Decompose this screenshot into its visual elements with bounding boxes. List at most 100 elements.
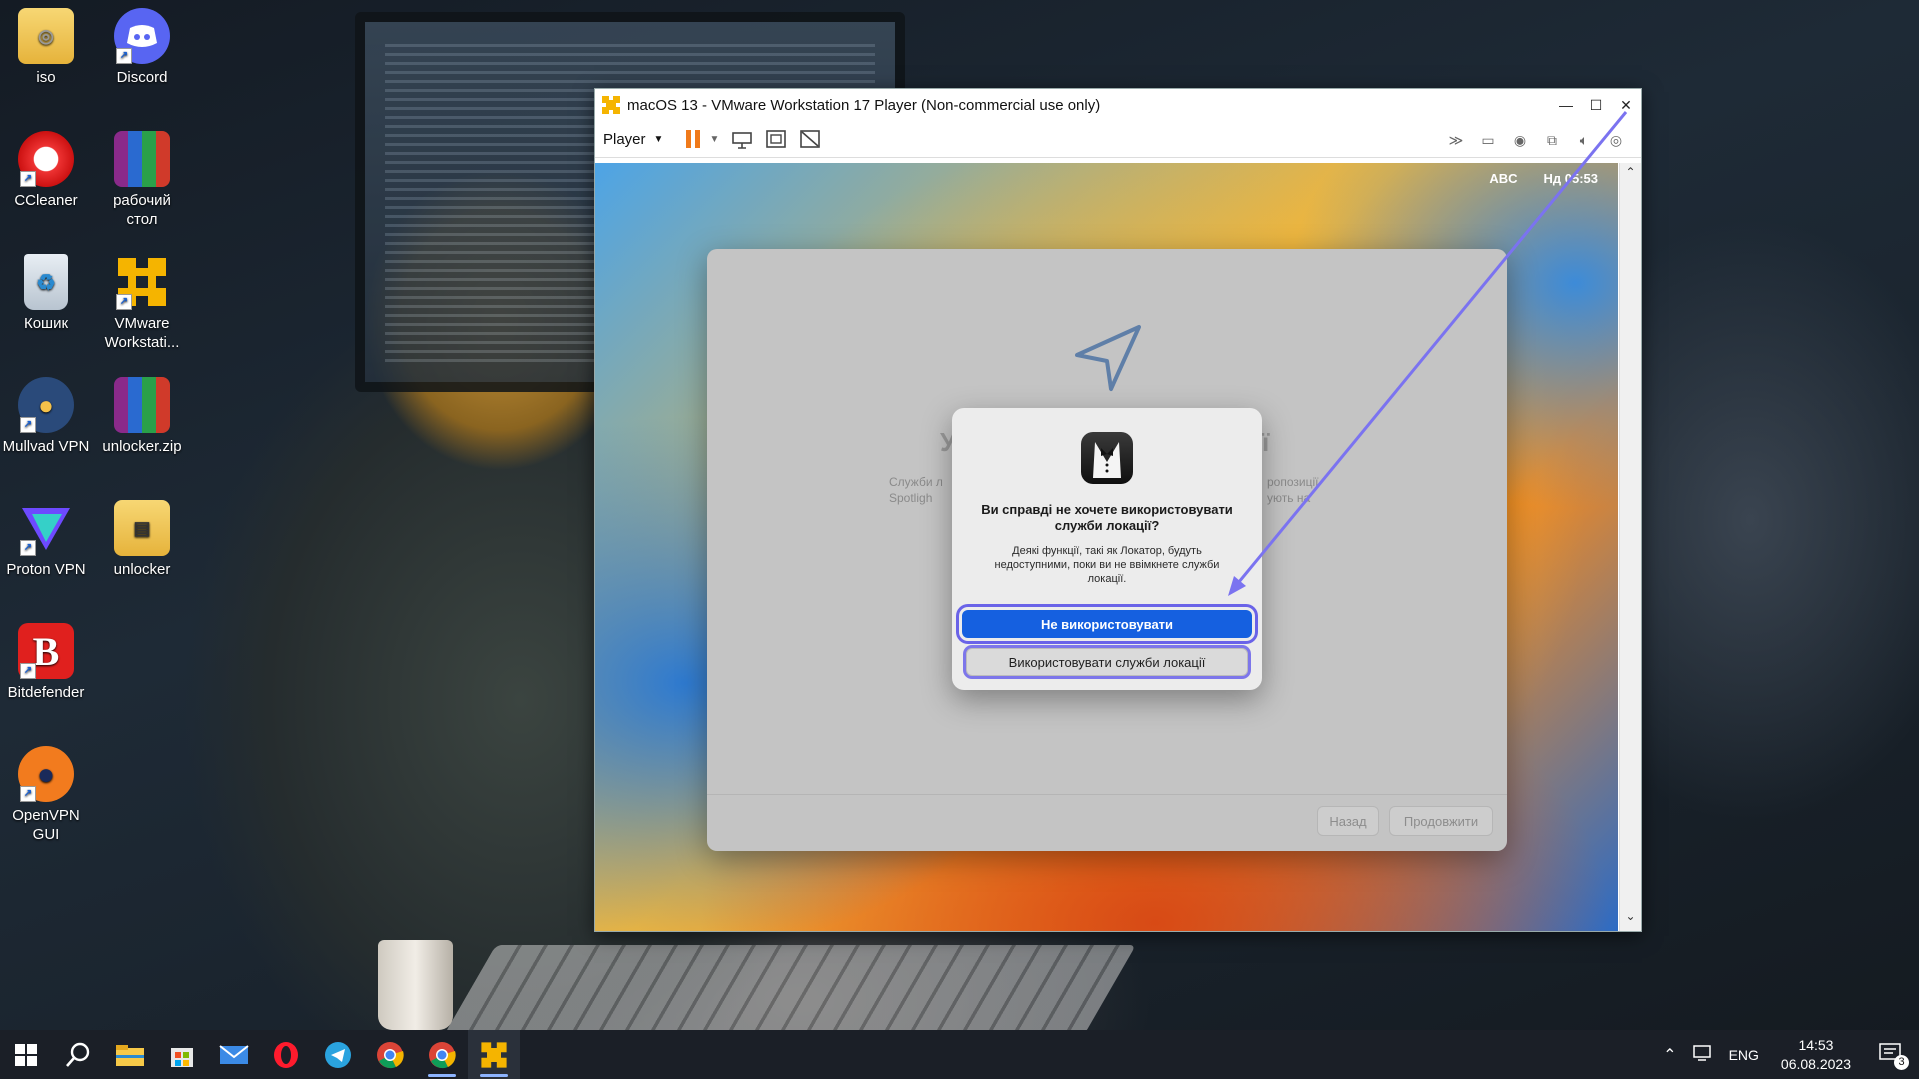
windows-logo-icon [15, 1043, 37, 1066]
desktop-icon-label: Bitdefender [7, 684, 85, 701]
setup-desc-line: Spotligh [889, 491, 933, 505]
winrar-archive-icon [114, 131, 170, 187]
desktop-icon-mullvad[interactable]: ● ↗ Mullvad VPN [0, 377, 92, 456]
mail-icon [219, 1044, 249, 1064]
desktop-icon-workdesk[interactable]: рабочий стол [96, 131, 188, 229]
scroll-up-icon[interactable]: ⌃ [1620, 165, 1641, 185]
use-location-services-button[interactable]: Використовувати служби локації [966, 648, 1248, 676]
desktop-icon-iso[interactable]: ◎ iso [0, 8, 92, 87]
taskbar-telegram[interactable] [312, 1030, 364, 1079]
setup-desc-line: Служби л [889, 475, 943, 489]
taskbar-file-explorer[interactable] [104, 1030, 156, 1079]
confirmation-dialog: Ви справді не хочете використовувати слу… [952, 408, 1262, 690]
continue-button[interactable]: Продовжити [1389, 806, 1493, 836]
cd-drive-icon[interactable]: ◉ [1509, 129, 1531, 151]
pause-button[interactable]: ▼ [685, 129, 719, 149]
setup-description-left: Служби л Spotligh [889, 474, 943, 506]
taskbar-chrome[interactable] [364, 1030, 416, 1079]
desktop-icon-label: Mullvad VPN [2, 438, 90, 455]
network-adapter-icon[interactable]: ⧉ [1541, 129, 1563, 151]
bitdefender-icon: B ↗ [18, 623, 74, 679]
chrome-icon [429, 1041, 456, 1068]
tuxedo-icon [1081, 432, 1133, 484]
desktop-icon-unlocker[interactable]: ▤ unlocker [96, 500, 188, 579]
folder-icon: ▤ [114, 500, 170, 556]
scroll-down-icon[interactable]: ⌄ [1620, 909, 1641, 929]
wallpaper-keyboard [444, 945, 1136, 1035]
forward-icon[interactable]: ≫ [1445, 129, 1467, 151]
setup-assistant-panel: У ї Служби л Spotligh ропозиції ують на … [707, 249, 1507, 851]
clock-time: 14:53 [1798, 1036, 1834, 1053]
close-button[interactable]: ✕ [1611, 89, 1641, 121]
player-menu-label: Player [603, 130, 646, 148]
minimize-button[interactable]: — [1551, 89, 1581, 121]
keyboard-icon [732, 132, 753, 149]
shortcut-arrow-icon: ↗ [20, 171, 36, 187]
start-button[interactable] [0, 1030, 52, 1079]
desktop-icon-label: рабочий стол [113, 192, 171, 228]
chevron-up-icon[interactable]: ⌃ [1663, 1045, 1676, 1065]
desktop-icon-protonvpn[interactable]: ↗ Proton VPN [0, 500, 92, 579]
desktop-icon-bitdefender[interactable]: B ↗ Bitdefender [0, 623, 92, 702]
macos-menubar: ABC Нд 05:53 [1489, 171, 1598, 186]
network-icon[interactable] [1692, 1044, 1713, 1065]
recycle-bin-icon: ♻ [24, 254, 68, 310]
shortcut-arrow-icon: ↗ [20, 417, 36, 433]
taskbar-clock[interactable]: 14:53 06.08.2023 [1781, 1036, 1851, 1074]
setup-desc-line: ують на [1267, 491, 1311, 505]
vmware-icon: ↗ [114, 254, 170, 310]
desktop-icon-label: unlocker.zip [102, 438, 182, 455]
desktop-icon-label: unlocker [113, 561, 171, 578]
player-menu-button[interactable]: Player ▼ [603, 131, 663, 148]
input-source-indicator[interactable]: ABC [1489, 171, 1517, 186]
chrome-icon [377, 1041, 404, 1068]
chevron-down-icon: ▼ [653, 133, 664, 145]
openvpn-icon: ● ↗ [18, 746, 74, 802]
unity-button[interactable] [799, 129, 821, 149]
usb-icon[interactable]: ◎ [1605, 129, 1627, 151]
desktop-icon-openvpn[interactable]: ● ↗ OpenVPN GUI [0, 746, 92, 844]
menubar-clock[interactable]: Нд 05:53 [1543, 171, 1598, 186]
sound-icon[interactable]: 🔈︎ [1573, 129, 1595, 151]
hard-disk-icon[interactable]: ▭ [1477, 129, 1499, 151]
desktop-icon-discord[interactable]: ↗ Discord [96, 8, 188, 87]
vmware-icon [602, 96, 620, 114]
guest-screen[interactable]: ABC Нд 05:53 У ї Служби л Spotligh ропоз… [595, 163, 1618, 931]
folder-icon: ◎ [18, 8, 74, 64]
desktop-icon-label: VMware Workstati... [104, 315, 180, 351]
ccleaner-icon: ↗ [18, 131, 74, 187]
discord-icon: ↗ [114, 8, 170, 64]
setup-title-fragment: ї [1262, 427, 1270, 457]
notification-count-badge: 3 [1894, 1055, 1909, 1070]
clock-date: 06.08.2023 [1780, 1055, 1851, 1072]
desktop-icon-label: Proton VPN [6, 561, 86, 578]
taskbar-vmware[interactable] [468, 1030, 520, 1079]
file-explorer-icon [116, 1044, 144, 1066]
taskbar-store[interactable] [156, 1030, 208, 1079]
taskbar-mail[interactable] [208, 1030, 260, 1079]
taskbar-chrome-profile[interactable] [416, 1030, 468, 1079]
maximize-button[interactable]: ☐ [1581, 89, 1611, 121]
desktop-icon-recycle-bin[interactable]: ♻ Кошик [0, 254, 92, 333]
back-button[interactable]: Назад [1317, 806, 1379, 836]
shortcut-arrow-icon: ↗ [116, 48, 132, 64]
notifications-button[interactable]: 3 [1879, 1043, 1909, 1070]
search-button[interactable] [52, 1030, 104, 1079]
guest-scrollbar[interactable]: ⌃ ⌄ [1619, 163, 1641, 931]
desktop-icon-ccleaner[interactable]: ↗ CCleaner [0, 131, 92, 210]
desktop-icon-vmware[interactable]: ↗ VMware Workstati... [96, 254, 188, 352]
taskbar: ⌃ ENG 14:53 06.08.2023 3 [0, 1030, 1919, 1079]
mullvad-icon: ● ↗ [18, 377, 74, 433]
vmware-icon [481, 1041, 507, 1068]
fullscreen-icon [766, 130, 787, 148]
pause-icon [686, 130, 701, 148]
fullscreen-button[interactable] [765, 129, 787, 149]
send-ctrl-alt-del-button[interactable] [731, 129, 753, 149]
dont-use-button[interactable]: Не використовувати [962, 610, 1252, 638]
desktop-icon-unlocker-zip[interactable]: unlocker.zip [96, 377, 188, 456]
taskbar-opera[interactable] [260, 1030, 312, 1079]
window-titlebar[interactable]: macOS 13 - VMware Workstation 17 Player … [595, 89, 1641, 121]
shortcut-arrow-icon: ↗ [20, 663, 36, 679]
language-indicator[interactable]: ENG [1729, 1047, 1759, 1063]
desktop-icon-label: OpenVPN GUI [12, 807, 80, 843]
